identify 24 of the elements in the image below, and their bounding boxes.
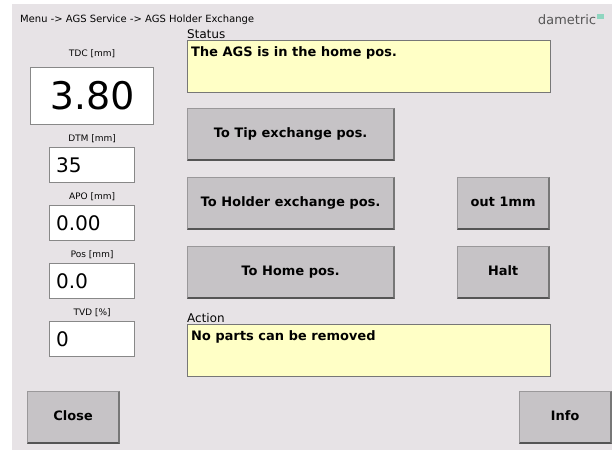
- readout-label: TVD [%]: [73, 307, 111, 319]
- move-button[interactable]: To Home pos.: [187, 246, 395, 299]
- readout-field: 0: [49, 321, 135, 357]
- section-label: Action: [187, 312, 226, 324]
- readout-label: TDC [mm]: [68, 48, 116, 60]
- readout-field: 0.00: [49, 205, 135, 241]
- move-button[interactable]: To Holder exchange pos.: [187, 177, 395, 230]
- readout-label: Pos [mm]: [70, 249, 114, 261]
- readout-field: 3.80: [30, 67, 154, 125]
- logo: dametric: [538, 14, 596, 28]
- footer-button[interactable]: Close: [27, 391, 120, 444]
- move-button[interactable]: To Tip exchange pos.: [187, 108, 395, 161]
- section-label: Status: [187, 28, 226, 40]
- side-button[interactable]: Halt: [457, 246, 550, 299]
- breadcrumb: Menu -> AGS Service -> AGS Holder Exchange: [20, 14, 254, 26]
- side-button[interactable]: out 1mm: [457, 177, 550, 230]
- readout-field: 35: [49, 147, 135, 183]
- readout-label: APO [mm]: [68, 191, 116, 203]
- readout-label: DTM [mm]: [68, 133, 116, 145]
- logo-mark-icon: [597, 14, 604, 19]
- message-box: No parts can be removed: [187, 324, 551, 377]
- message-box: The AGS is in the home pos.: [187, 40, 551, 93]
- readout-field: 0.0: [49, 263, 135, 299]
- footer-button[interactable]: Info: [519, 391, 612, 444]
